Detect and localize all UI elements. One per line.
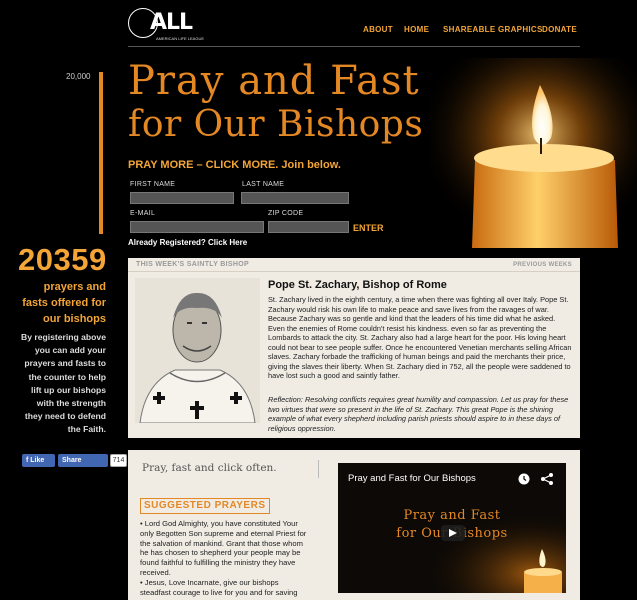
nav-donate[interactable]: DONATE [542, 25, 577, 34]
enter-button[interactable]: ENTER [353, 223, 384, 233]
prayer-count: 20359 [18, 242, 107, 277]
nav-about[interactable]: ABOUT [363, 25, 393, 34]
first-name-input[interactable] [130, 192, 234, 204]
pray-more-cta: PRAY MORE – CLICK MORE. Join below. [128, 159, 341, 171]
logo-text: ALL [150, 10, 193, 35]
counter-description: By registering above you can add your pr… [20, 332, 106, 435]
pray-more-text: PRAY MORE – CLICK MORE. [128, 159, 279, 171]
heading-divider [318, 460, 319, 478]
prayer-item: • Jesus, Love Incarnate, give our bishop… [140, 578, 298, 597]
email-label: E-MAIL [130, 210, 156, 217]
page-title-line2: for Our Bishops [128, 104, 424, 145]
facebook-share-button[interactable]: Share [58, 454, 108, 467]
saintly-bishop-panel: THIS WEEK'S SAINTLY BISHOP PREVIOUS WEEK… [128, 258, 580, 438]
facebook-like-button[interactable]: f Like [22, 454, 55, 467]
saint-panel-header: THIS WEEK'S SAINTLY BISHOP PREVIOUS WEEK… [128, 258, 580, 272]
prayers-panel: Pray, fast and click often. SUGGESTED PR… [128, 450, 580, 600]
video-candle-image [524, 549, 562, 593]
join-below-text: Join below. [281, 159, 341, 171]
candle-image [430, 58, 637, 248]
first-name-label: FIRST NAME [130, 181, 176, 188]
saint-name: Pope St. Zachary, Bishop of Rome [268, 279, 447, 291]
saint-reflection: Reflection: Resolving conflicts requires… [268, 395, 569, 433]
last-name-label: LAST NAME [242, 181, 285, 188]
pray-fast-click-heading: Pray, fast and click often. [142, 462, 277, 474]
play-button[interactable] [441, 525, 465, 541]
saint-biography: St. Zachary lived in the eighth century,… [268, 295, 572, 380]
nav-shareable-graphics[interactable]: SHAREABLE GRAPHICS [443, 25, 543, 34]
email-input[interactable] [130, 221, 264, 233]
play-icon [449, 529, 457, 537]
logo-subtext: AMERICAN LIFE LEAGUE [156, 36, 205, 41]
prayer-count-label: prayers and fasts offered for our bishop… [22, 281, 106, 325]
last-name-input[interactable] [241, 192, 349, 204]
video-overlay-line1: Pray and Fast [403, 508, 501, 523]
share-count: 714 [110, 454, 127, 467]
watch-later-icon[interactable] [518, 473, 530, 485]
already-registered-link[interactable]: Already Registered? Click Here [128, 238, 247, 247]
header-divider [128, 46, 580, 47]
prayer-item: • Lord God Almighty, you have constitute… [140, 519, 307, 577]
all-logo[interactable]: ALL AMERICAN LIFE LEAGUE [128, 6, 204, 46]
counter-fill [99, 72, 103, 234]
saint-panel-title: THIS WEEK'S SAINTLY BISHOP [136, 261, 249, 268]
share-icon[interactable] [540, 472, 554, 486]
previous-weeks-link[interactable]: PREVIOUS WEEKS [513, 262, 572, 268]
counter-goal: 20,000 [66, 72, 91, 81]
video-player[interactable]: Pray and Fast for Our Bishops Pray and F… [338, 463, 566, 593]
page-title-line1: Pray and Fast [128, 58, 420, 104]
zip-input[interactable] [268, 221, 349, 233]
nav-home[interactable]: HOME [404, 25, 429, 34]
share-label: Share [62, 457, 82, 464]
suggested-prayers-heading: SUGGESTED PRAYERS [140, 498, 270, 514]
zip-label: ZIP CODE [268, 210, 304, 217]
video-title: Pray and Fast for Our Bishops [348, 473, 476, 484]
saint-portrait [135, 278, 260, 423]
like-label: Like [30, 457, 45, 464]
